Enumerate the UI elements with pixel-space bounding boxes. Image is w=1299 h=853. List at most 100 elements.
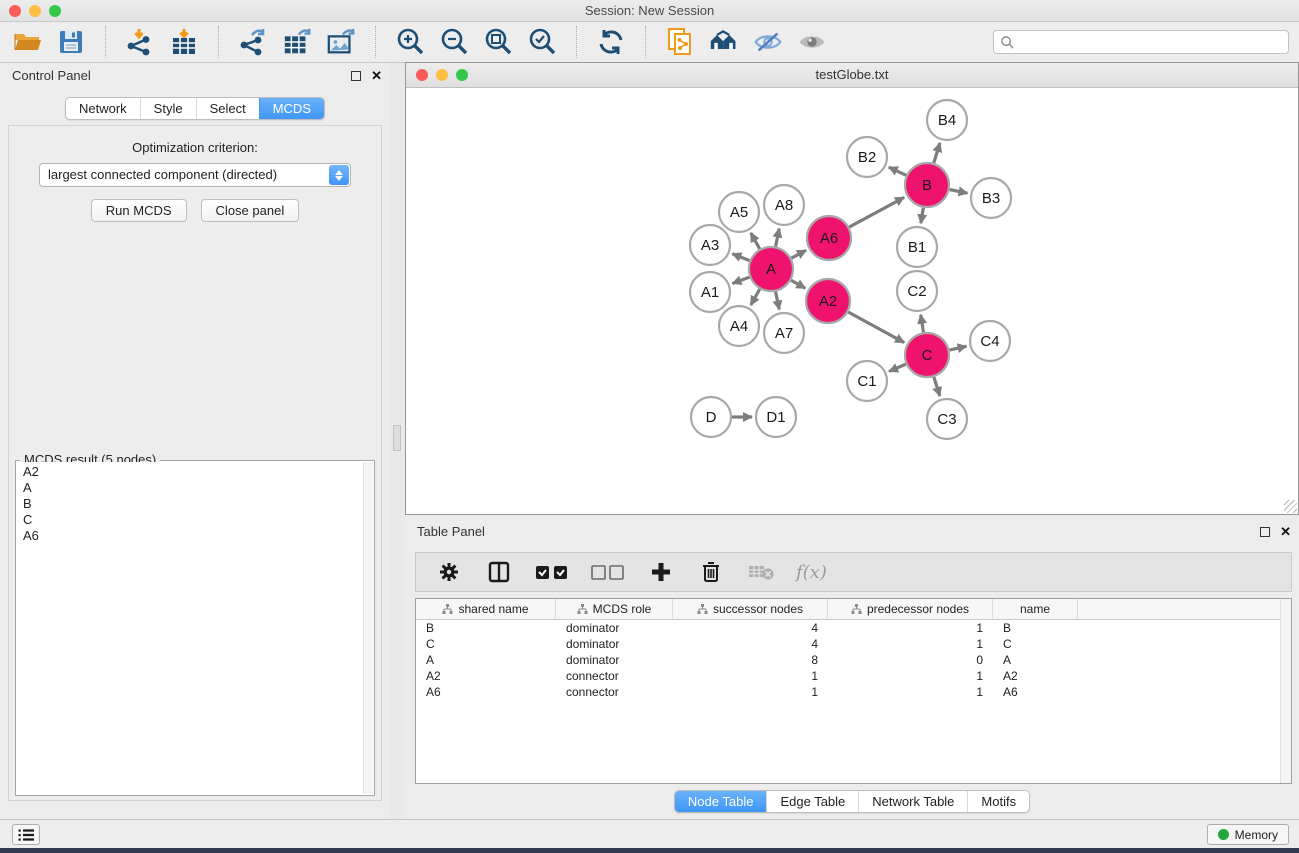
table-cell[interactable]: 1 (828, 684, 993, 700)
resize-grip-icon[interactable] (1284, 500, 1297, 513)
table-cell[interactable]: connector (556, 684, 673, 700)
edge-A-A3[interactable] (732, 254, 749, 261)
split-view-icon[interactable] (484, 557, 514, 587)
table-cell[interactable]: dominator (556, 620, 673, 636)
close-panel-icon[interactable]: ✕ (371, 63, 382, 89)
tab-motifs[interactable]: Motifs (967, 791, 1029, 812)
table-cell[interactable]: dominator (556, 636, 673, 652)
maximize-window-button[interactable] (49, 5, 61, 17)
zoom-out-icon[interactable] (439, 27, 469, 57)
task-history-button[interactable] (12, 824, 40, 845)
network-maximize-button[interactable] (456, 69, 468, 81)
table-cell[interactable]: A2 (993, 668, 1078, 684)
delete-table-icon[interactable] (746, 557, 776, 587)
edge-A6-B[interactable] (849, 197, 904, 227)
table-cell[interactable]: B (993, 620, 1078, 636)
edge-B-B2[interactable] (889, 167, 906, 175)
table-row[interactable]: A6connector11A6 (416, 684, 1291, 700)
edge-C-C3[interactable] (934, 377, 940, 396)
edge-C-C1[interactable] (889, 364, 906, 371)
edge-A-A8[interactable] (776, 229, 780, 247)
open-session-icon[interactable] (12, 27, 42, 57)
edge-B-B3[interactable] (950, 190, 968, 194)
function-builder-icon[interactable]: f(x) (796, 562, 827, 583)
show-all-icon[interactable] (797, 27, 827, 57)
table-cell[interactable]: connector (556, 668, 673, 684)
edge-B-B4[interactable] (934, 143, 940, 163)
add-column-icon[interactable] (646, 557, 676, 587)
network-graph[interactable]: AA1A2A3A4A5A6A7A8BB1B2B3B4CC1C2C3C4DD1 (406, 88, 1298, 514)
table-cell[interactable]: C (416, 636, 556, 652)
edge-A-A5[interactable] (751, 233, 760, 249)
panel-splitter[interactable] (390, 63, 405, 819)
search-input[interactable] (1015, 35, 1282, 49)
mcds-result-item[interactable]: B (23, 496, 367, 512)
splitter-grip[interactable] (393, 425, 401, 451)
edge-C-C2[interactable] (921, 315, 924, 333)
table-cell[interactable]: 0 (828, 652, 993, 668)
first-neighbors-icon[interactable] (709, 27, 739, 57)
tab-edge-table[interactable]: Edge Table (766, 791, 858, 812)
edge-A-A7[interactable] (776, 292, 780, 310)
table-cell[interactable]: 1 (828, 636, 993, 652)
edge-A-A2[interactable] (791, 280, 805, 288)
table-cell[interactable]: A6 (993, 684, 1078, 700)
import-network-icon[interactable] (125, 27, 155, 57)
tab-network[interactable]: Network (66, 98, 140, 119)
table-row[interactable]: A2connector11A2 (416, 668, 1291, 684)
table-row[interactable]: Bdominator41B (416, 620, 1291, 636)
mcds-result-item[interactable]: C (23, 512, 367, 528)
edge-A-A4[interactable] (751, 289, 760, 305)
table-cell[interactable]: 4 (673, 620, 828, 636)
select-all-columns-icon[interactable] (534, 557, 570, 587)
table-cell[interactable]: 1 (828, 620, 993, 636)
table-cell[interactable]: 1 (673, 668, 828, 684)
table-cell[interactable]: A (993, 652, 1078, 668)
zoom-fit-icon[interactable] (483, 27, 513, 57)
float-table-panel-icon[interactable] (1260, 527, 1270, 537)
table-row[interactable]: Adominator80A (416, 652, 1291, 668)
search-field[interactable] (993, 30, 1289, 54)
table-settings-icon[interactable] (434, 557, 464, 587)
close-window-button[interactable] (9, 5, 21, 17)
import-table-icon[interactable] (169, 27, 199, 57)
table-cell[interactable]: A2 (416, 668, 556, 684)
new-network-from-selection-icon[interactable] (665, 27, 695, 57)
tab-select[interactable]: Select (196, 98, 259, 119)
table-cell[interactable]: 8 (673, 652, 828, 668)
edge-A-A6[interactable] (791, 250, 806, 258)
memory-button[interactable]: Memory (1207, 824, 1289, 845)
export-table-icon[interactable] (282, 27, 312, 57)
column-header-predecessor-nodes[interactable]: predecessor nodes (828, 599, 993, 619)
table-cell[interactable]: A6 (416, 684, 556, 700)
close-panel-button[interactable]: Close panel (201, 199, 300, 222)
table-cell[interactable]: dominator (556, 652, 673, 668)
tab-node-table[interactable]: Node Table (675, 791, 767, 812)
table-scrollbar[interactable] (1280, 599, 1291, 783)
table-cell[interactable]: 1 (673, 684, 828, 700)
float-panel-icon[interactable] (351, 71, 361, 81)
mcds-result-item[interactable]: A2 (23, 464, 367, 480)
network-close-button[interactable] (416, 69, 428, 81)
delete-column-icon[interactable] (696, 557, 726, 587)
mcds-result-item[interactable]: A (23, 480, 367, 496)
table-cell[interactable]: 4 (673, 636, 828, 652)
run-mcds-button[interactable]: Run MCDS (91, 199, 187, 222)
tab-style[interactable]: Style (140, 98, 196, 119)
table-cell[interactable]: A (416, 652, 556, 668)
edge-A-A1[interactable] (732, 277, 749, 283)
export-image-icon[interactable] (326, 27, 356, 57)
hide-selected-icon[interactable] (753, 27, 783, 57)
edge-A2-C[interactable] (848, 312, 904, 343)
column-header-successor-nodes[interactable]: successor nodes (673, 599, 828, 619)
table-cell[interactable]: C (993, 636, 1078, 652)
table-cell[interactable]: 1 (828, 668, 993, 684)
column-header-shared-name[interactable]: shared name (416, 599, 556, 619)
export-network-icon[interactable] (238, 27, 268, 57)
mcds-result-scrollbar[interactable] (363, 462, 373, 794)
minimize-window-button[interactable] (29, 5, 41, 17)
deselect-all-columns-icon[interactable] (590, 557, 626, 587)
tab-mcds[interactable]: MCDS (259, 98, 324, 119)
refresh-icon[interactable] (596, 27, 626, 57)
table-row[interactable]: Cdominator41C (416, 636, 1291, 652)
